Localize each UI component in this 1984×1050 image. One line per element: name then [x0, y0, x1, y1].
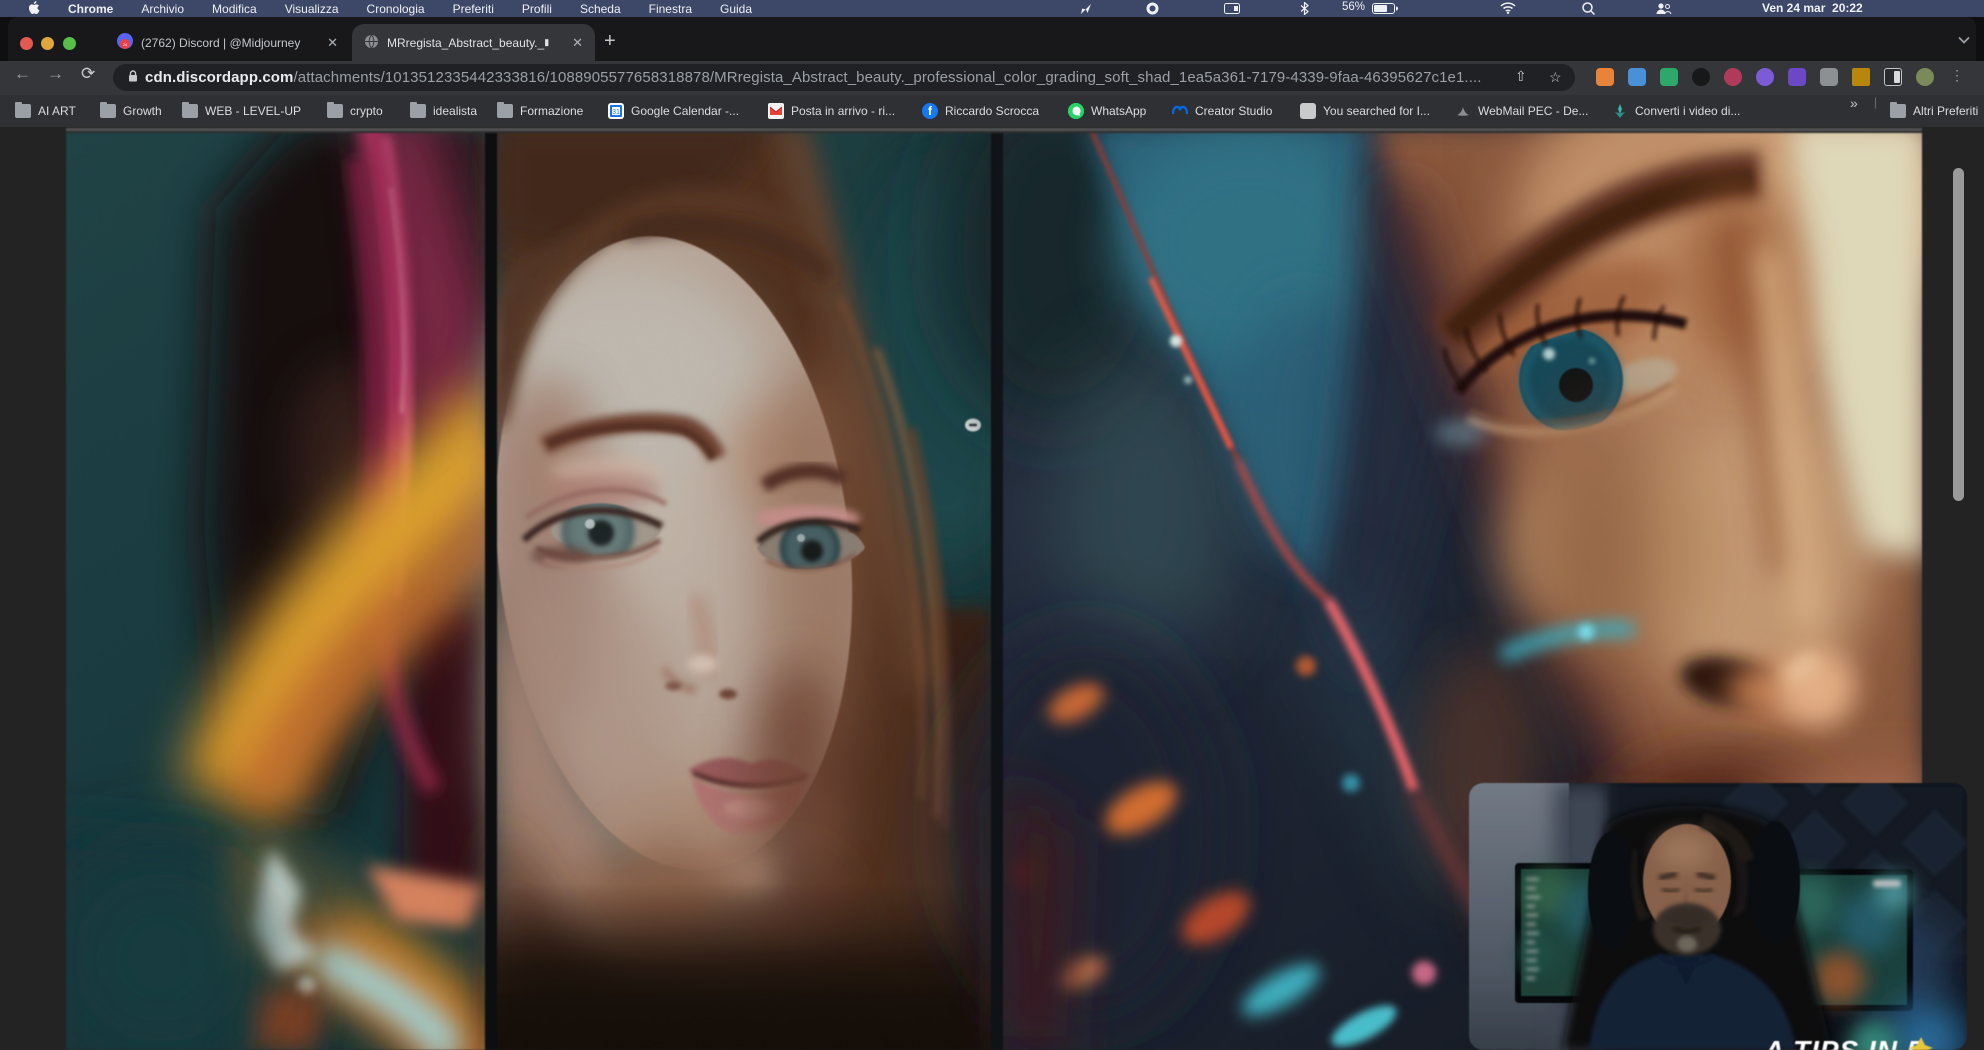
svg-text:24: 24: [123, 42, 128, 47]
svg-text:31: 31: [612, 109, 620, 116]
svg-text:A TIPS IN 5: A TIPS IN 5: [1763, 1035, 1923, 1050]
